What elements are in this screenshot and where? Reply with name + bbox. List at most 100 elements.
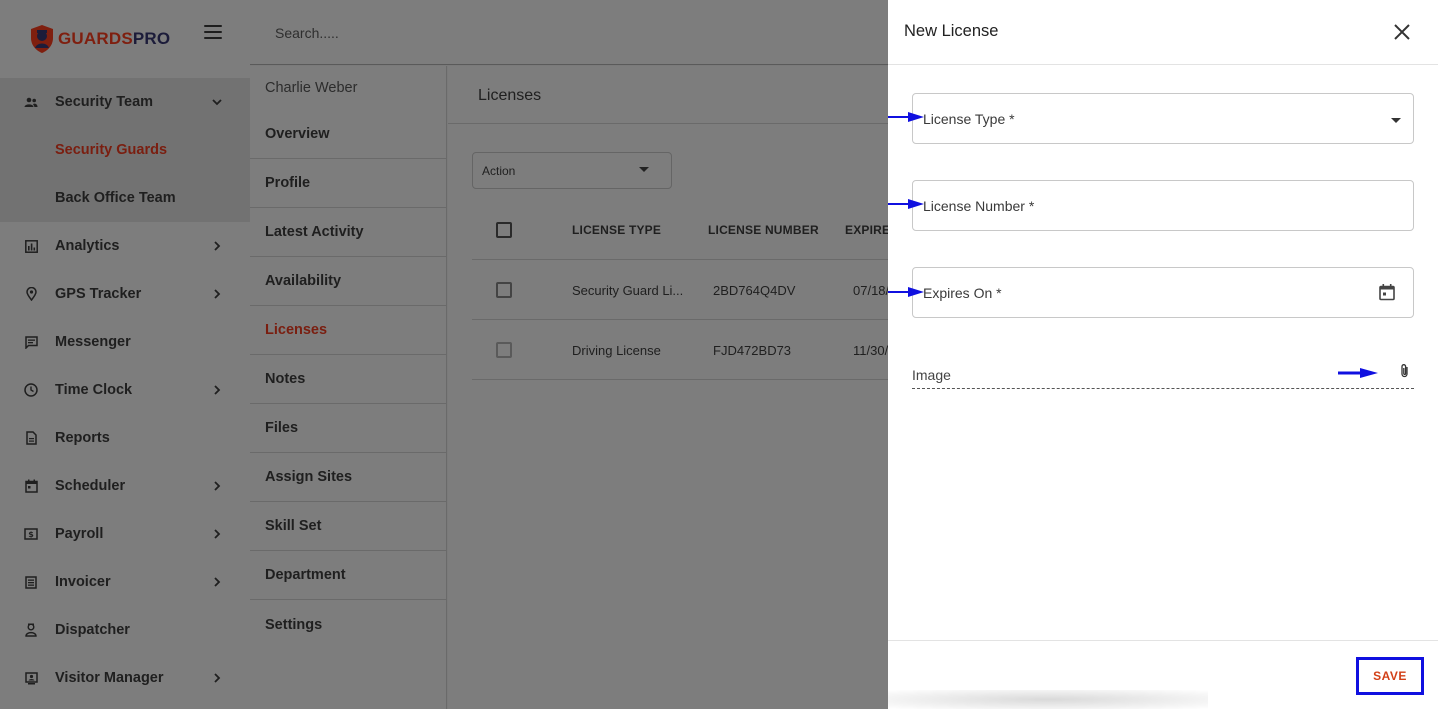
sidebar-item-scheduler[interactable]: Scheduler: [0, 462, 250, 510]
row-checkbox[interactable]: [496, 342, 512, 358]
profile-menu: Charlie Weber Overview Profile Latest Ac…: [250, 66, 447, 709]
select-all-checkbox[interactable]: [496, 222, 512, 238]
sidebar-item-label: Scheduler: [55, 478, 126, 494]
sidebar-item-reports[interactable]: Reports: [0, 414, 250, 462]
column-header-license-number[interactable]: LICENSE NUMBER: [708, 200, 828, 260]
action-select[interactable]: Action: [472, 152, 672, 189]
sidebar-item-label: Invoicer: [55, 574, 111, 590]
tab-latest-activity[interactable]: Latest Activity: [250, 208, 446, 257]
sidebar-item-label: Security Guards: [55, 142, 168, 158]
cell-license-type: Security Guard Li...: [572, 282, 684, 298]
security-team-group: Security Team Security Guards Back Offic…: [0, 78, 250, 222]
licenses-table: LICENSE TYPE LICENSE NUMBER EXPIRES Secu…: [472, 200, 888, 380]
dispatcher-icon: [23, 622, 39, 638]
annotation-arrow-icon: [1338, 368, 1378, 378]
sidebar-item-label: Security Team: [55, 94, 154, 110]
chevron-right-icon: [211, 672, 223, 684]
people-icon: [23, 94, 39, 110]
tab-assign-sites[interactable]: Assign Sites: [250, 453, 446, 502]
sidebar-item-label: GPS Tracker: [55, 286, 142, 302]
licenses-panel: Licenses Action LICENSE TYPE LICENSE NUM…: [448, 66, 888, 709]
money-icon: $: [23, 526, 39, 542]
cell-expires: 07/18/: [853, 282, 888, 298]
license-number-input[interactable]: License Number *: [912, 180, 1414, 231]
expires-on-input[interactable]: Expires On *: [912, 267, 1414, 318]
sidebar-item-gps-tracker[interactable]: GPS Tracker: [0, 270, 250, 318]
sidebar-item-label: Time Clock: [55, 382, 133, 398]
sidebar-item-visitor-manager[interactable]: Visitor Manager: [0, 654, 250, 702]
sidebar-item-payroll[interactable]: $ Payroll: [0, 510, 250, 558]
new-license-modal: New License License Type * License Numbe…: [888, 0, 1438, 709]
chevron-right-icon: [211, 384, 223, 396]
close-icon[interactable]: [1392, 22, 1412, 42]
location-pin-icon: [23, 286, 39, 302]
image-label: Image: [912, 367, 951, 383]
invoice-icon: [23, 574, 39, 590]
tab-files[interactable]: Files: [250, 404, 446, 453]
logo[interactable]: GUARDSPRO: [0, 0, 250, 78]
sidebar-item-label: Payroll: [55, 526, 104, 542]
cell-license-number: 2BD764Q4DV: [713, 282, 796, 298]
sidebar-item-messenger[interactable]: Messenger: [0, 318, 250, 366]
tab-availability[interactable]: Availability: [250, 257, 446, 306]
document-icon: [23, 430, 39, 446]
search-input[interactable]: [275, 22, 575, 44]
dropdown-caret-icon: [639, 167, 649, 172]
paperclip-icon[interactable]: [1398, 363, 1412, 379]
divider: [448, 123, 888, 124]
chevron-right-icon: [211, 288, 223, 300]
tab-licenses[interactable]: Licenses: [250, 306, 446, 355]
calendar-icon[interactable]: [1378, 283, 1396, 301]
sidebar: GUARDSPRO Security Team Security Guards …: [0, 0, 250, 709]
shadow-decoration: [888, 690, 1208, 709]
logo-text: GUARDSPRO: [58, 29, 171, 48]
column-header-expires[interactable]: EXPIRES: [845, 200, 888, 260]
sidebar-item-back-office-team[interactable]: Back Office Team: [0, 174, 250, 222]
column-header-license-type[interactable]: LICENSE TYPE: [572, 200, 688, 260]
sidebar-item-label: Dispatcher: [55, 622, 130, 638]
svg-text:$: $: [28, 530, 34, 539]
chevron-right-icon: [211, 528, 223, 540]
sidebar-item-dispatcher[interactable]: Dispatcher: [0, 606, 250, 654]
modal-title: New License: [904, 22, 999, 40]
sidebar-item-security-guards[interactable]: Security Guards: [0, 126, 250, 174]
logo-shield-icon: [31, 25, 53, 53]
sidebar-item-analytics[interactable]: Analytics: [0, 222, 250, 270]
sidebar-item-invoicer[interactable]: Invoicer: [0, 558, 250, 606]
cell-expires: 11/30/: [853, 342, 888, 358]
dropdown-caret-icon: [1391, 118, 1401, 123]
tab-department[interactable]: Department: [250, 551, 446, 600]
sidebar-item-security-team[interactable]: Security Team: [0, 78, 250, 126]
modal-header: New License: [888, 0, 1438, 65]
cell-license-type: Driving License: [572, 342, 661, 358]
sidebar-item-label: Analytics: [55, 238, 120, 254]
row-checkbox[interactable]: [496, 282, 512, 298]
calendar-icon: [23, 478, 39, 494]
chevron-down-icon: [211, 96, 223, 108]
sidebar-item-time-clock[interactable]: Time Clock: [0, 366, 250, 414]
license-type-select[interactable]: License Type *: [912, 93, 1414, 144]
tab-notes[interactable]: Notes: [250, 355, 446, 404]
page-title: Licenses: [478, 87, 542, 104]
chevron-right-icon: [211, 480, 223, 492]
sidebar-item-label: Visitor Manager: [55, 670, 164, 686]
tab-skill-set[interactable]: Skill Set: [250, 502, 446, 551]
tab-settings[interactable]: Settings: [250, 600, 446, 649]
clock-icon: [23, 382, 39, 398]
license-number-label: License Number *: [923, 198, 1035, 214]
bar-chart-icon: [23, 238, 39, 254]
expires-on-label: Expires On *: [923, 285, 1002, 301]
action-select-value: Action: [482, 163, 516, 178]
tab-profile[interactable]: Profile: [250, 159, 446, 208]
chevron-right-icon: [211, 576, 223, 588]
chevron-right-icon: [211, 240, 223, 252]
profile-name: Charlie Weber: [265, 80, 358, 96]
top-bar: [250, 0, 888, 65]
table-row[interactable]: Driving License FJD472BD73 11/30/: [472, 320, 888, 380]
save-button[interactable]: SAVE: [1356, 657, 1424, 695]
hamburger-menu-icon[interactable]: [204, 25, 222, 39]
license-type-label: License Type *: [923, 111, 1015, 127]
annotation-arrow-icon: [888, 112, 924, 122]
tab-overview[interactable]: Overview: [250, 110, 446, 159]
table-row[interactable]: Security Guard Li... 2BD764Q4DV 07/18/: [472, 260, 888, 320]
